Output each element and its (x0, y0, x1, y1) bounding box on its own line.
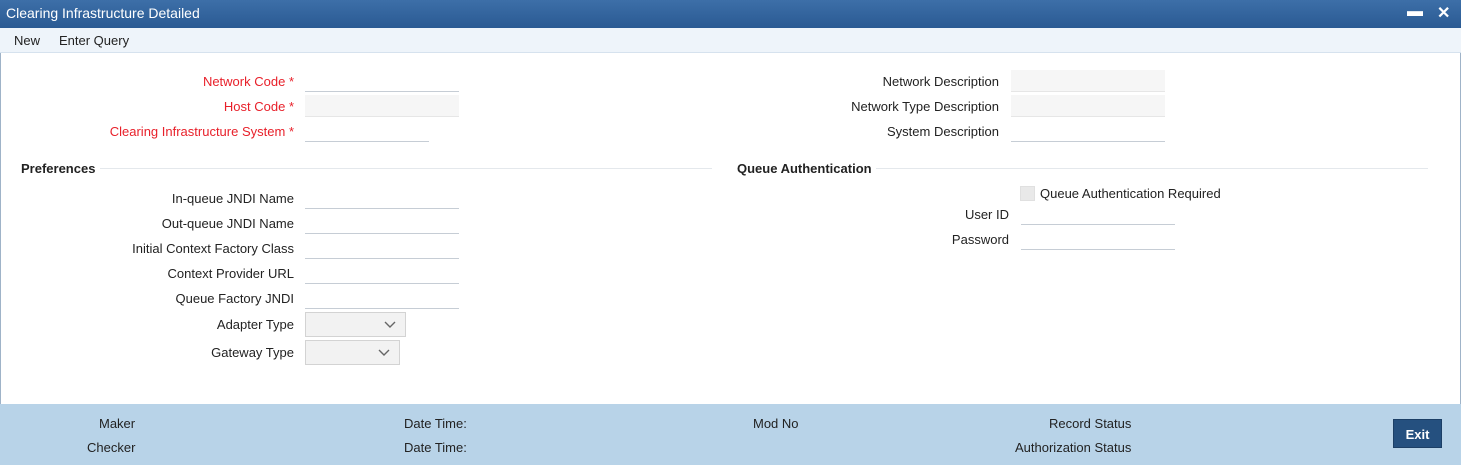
outqueue-jndi-input[interactable] (305, 212, 459, 234)
window-title: Clearing Infrastructure Detailed (6, 5, 200, 21)
host-code-input[interactable] (305, 95, 459, 117)
context-provider-url-label: Context Provider URL (167, 266, 294, 281)
queue-auth-title: Queue Authentication (737, 161, 872, 176)
checker-label: Checker (87, 440, 136, 455)
queue-auth-required-checkbox[interactable] (1020, 186, 1035, 201)
initial-context-factory-input[interactable] (305, 237, 459, 259)
password-label: Password (951, 232, 1009, 247)
inqueue-jndi-label: In-queue JNDI Name (171, 191, 294, 206)
maker-date-time-label: Date Time: (404, 416, 467, 431)
gateway-type-select[interactable] (305, 340, 400, 365)
clearing-system-label: Clearing Infrastructure System * (109, 124, 294, 139)
checker-date-time-label: Date Time: (404, 440, 467, 455)
audit-footer: Maker Checker Date Time: Date Time: Mod … (0, 404, 1461, 465)
network-code-input[interactable] (305, 70, 459, 92)
initial-context-factory-label: Initial Context Factory Class (132, 241, 294, 256)
close-icon[interactable]: ✕ (1437, 3, 1450, 23)
network-type-description-input[interactable] (1011, 95, 1165, 117)
network-type-description-label: Network Type Description (851, 99, 999, 114)
menu-bar: New Enter Query (0, 28, 1461, 53)
queue-auth-required-label: Queue Authentication Required (1040, 186, 1221, 201)
system-description-input[interactable] (1011, 120, 1165, 142)
menu-new[interactable]: New (14, 33, 40, 48)
outqueue-jndi-label: Out-queue JNDI Name (161, 216, 294, 231)
network-description-label: Network Description (882, 74, 999, 89)
gateway-type-label: Gateway Type (211, 345, 294, 360)
system-description-label: System Description (887, 124, 999, 139)
queue-auth-divider (876, 168, 1428, 169)
user-id-label: User ID (964, 207, 1009, 222)
network-description-input[interactable] (1011, 70, 1165, 92)
preferences-title: Preferences (21, 161, 96, 176)
network-code-label: Network Code * (202, 74, 294, 89)
inqueue-jndi-input[interactable] (305, 187, 459, 209)
chevron-down-icon (378, 349, 390, 356)
window-frame (0, 0, 1461, 465)
title-bar: Clearing Infrastructure Detailed ▬ ✕ (0, 0, 1461, 28)
context-provider-url-input[interactable] (305, 262, 459, 284)
chevron-down-icon (384, 321, 396, 328)
user-id-input[interactable] (1021, 203, 1175, 225)
host-code-label: Host Code * (223, 99, 294, 114)
adapter-type-select[interactable] (305, 312, 406, 337)
adapter-type-label: Adapter Type (216, 317, 294, 332)
authorization-status-label: Authorization Status (1015, 440, 1132, 455)
queue-factory-jndi-input[interactable] (305, 287, 459, 309)
record-status-label: Record Status (1049, 416, 1132, 431)
menu-enter-query[interactable]: Enter Query (59, 33, 129, 48)
clearing-system-input[interactable] (305, 120, 429, 142)
password-input[interactable] (1021, 228, 1175, 250)
exit-button[interactable]: Exit (1393, 419, 1442, 448)
queue-factory-jndi-label: Queue Factory JNDI (175, 291, 295, 306)
preferences-divider (100, 168, 712, 169)
minimize-icon[interactable]: ▬ (1407, 3, 1423, 21)
mod-no-label: Mod No (753, 416, 799, 431)
maker-label: Maker (99, 416, 136, 431)
